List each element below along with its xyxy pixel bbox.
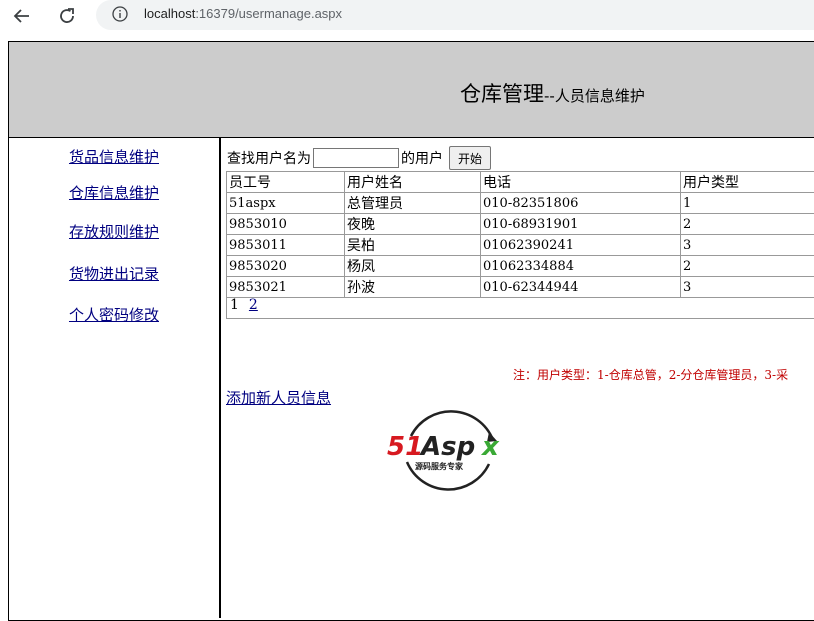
add-person-link[interactable]: 添加新人员信息 [226, 387, 331, 408]
table-cell: 2 [681, 214, 814, 235]
pager-current-page: 1 [230, 297, 239, 313]
sidebar-item-storage-rules[interactable]: 存放规则维护 [9, 221, 219, 242]
search-prefix-label: 查找用户名为 [227, 148, 311, 168]
table-header-cell: 电话 [481, 172, 681, 193]
table-cell: 9853020 [227, 256, 345, 277]
sidebar: 货品信息维护 仓库信息维护 存放规则维护 货物进出记录 个人密码修改 [9, 138, 221, 618]
table-cell: 吴柏 [345, 235, 481, 256]
table-cell: 9853010 [227, 214, 345, 235]
table-cell: 010-82351806 [481, 193, 681, 214]
table-cell: 010-62344944 [481, 277, 681, 298]
table-cell: 2 [681, 256, 814, 277]
page-title: 仓库管理--人员信息维护 [460, 78, 645, 108]
table-cell: 夜晚 [345, 214, 481, 235]
51aspx-logo: 51 Asp x 源码服务专家 [385, 402, 515, 497]
sidebar-item-goods[interactable]: 货品信息维护 [9, 146, 219, 167]
table-header-cell: 用户类型 [681, 172, 814, 193]
table-header-row: 员工号 用户姓名 电话 用户类型 [227, 172, 814, 193]
table-cell: 杨凤 [345, 256, 481, 277]
page-title-sub: --人员信息维护 [544, 87, 645, 105]
table-cell: 3 [681, 277, 814, 298]
svg-text:源码服务专家: 源码服务专家 [415, 461, 464, 471]
user-type-note: 注：用户类型：1-仓库总管，2-分仓库管理员，3-采 [513, 366, 788, 383]
search-start-button[interactable]: 开始 [449, 146, 491, 170]
browser-toolbar: localhost:16379/usermanage.aspx [0, 0, 814, 32]
svg-text:51: 51 [387, 432, 423, 462]
table-cell: 9853021 [227, 277, 345, 298]
page-header [9, 42, 814, 138]
table-header-cell: 员工号 [227, 172, 345, 193]
table-row: 9853011 吴柏 01062390241 3 [227, 235, 814, 256]
search-bar: 查找用户名为 的用户 开始 [227, 145, 491, 171]
table-cell: 01062334884 [481, 256, 681, 277]
url-host: localhost [144, 6, 195, 21]
pager-page-link[interactable]: 2 [249, 297, 258, 313]
page-title-main: 仓库管理 [460, 82, 544, 106]
user-table: 员工号 用户姓名 电话 用户类型 51aspx 总管理员 010-8235180… [226, 171, 814, 298]
sidebar-item-inout-records[interactable]: 货物进出记录 [9, 263, 219, 284]
table-cell: 9853011 [227, 235, 345, 256]
table-pager: 12 [226, 297, 814, 319]
svg-text:Asp: Asp [419, 432, 475, 462]
table-row: 9853010 夜晚 010-68931901 2 [227, 214, 814, 235]
table-cell: 1 [681, 193, 814, 214]
url-text[interactable]: localhost:16379/usermanage.aspx [144, 6, 342, 21]
table-cell: 总管理员 [345, 193, 481, 214]
table-row: 9853021 孙波 010-62344944 3 [227, 277, 814, 298]
table-cell: 孙波 [345, 277, 481, 298]
table-cell: 51aspx [227, 193, 345, 214]
table-cell: 01062390241 [481, 235, 681, 256]
table-row: 9853020 杨凤 01062334884 2 [227, 256, 814, 277]
search-suffix-label: 的用户 [401, 148, 443, 168]
arrow-left-icon [12, 6, 32, 26]
sidebar-item-warehouse[interactable]: 仓库信息维护 [9, 182, 219, 203]
svg-text:x: x [480, 432, 500, 462]
table-cell: 3 [681, 235, 814, 256]
url-path: :16379/usermanage.aspx [195, 6, 342, 21]
back-button[interactable] [10, 4, 34, 28]
table-row: 51aspx 总管理员 010-82351806 1 [227, 193, 814, 214]
reload-button[interactable] [55, 4, 79, 28]
search-input[interactable] [313, 148, 399, 168]
sidebar-item-password[interactable]: 个人密码修改 [9, 304, 219, 325]
reload-icon [57, 6, 77, 26]
info-icon[interactable] [112, 6, 128, 22]
table-header-cell: 用户姓名 [345, 172, 481, 193]
table-cell: 010-68931901 [481, 214, 681, 235]
